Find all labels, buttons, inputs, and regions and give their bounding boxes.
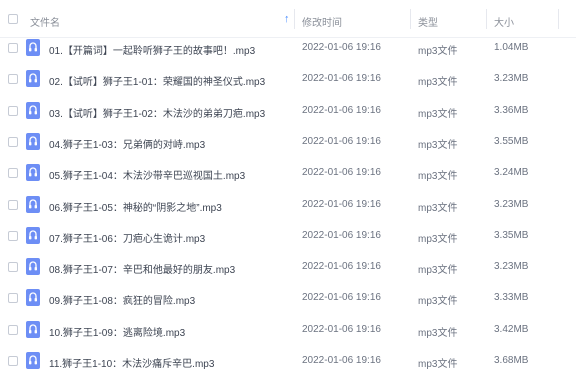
row-checkbox[interactable]	[8, 105, 18, 116]
file-name[interactable]: 03.【试听】狮子王1-02：木法沙的弟弟刀疤.mp3	[49, 105, 265, 120]
file-row[interactable]: 11.狮子王1-10：木法沙痛斥辛巴.mp3 2022-01-06 19:16 mp…	[0, 345, 576, 376]
audio-file-icon	[26, 289, 40, 307]
audio-file-icon	[26, 39, 40, 56]
file-name[interactable]: 06.狮子王1-05：神秘的“阴影之地”.mp3	[49, 199, 222, 214]
file-type: mp3文件	[418, 296, 458, 308]
file-modified-time: 2022-01-06 19:16	[302, 167, 381, 179]
file-name[interactable]: 10.狮子王1-09：逃离险境.mp3	[49, 324, 185, 339]
column-header-size[interactable]: 大小	[494, 14, 514, 29]
row-checkbox[interactable]	[8, 136, 18, 147]
file-name[interactable]: 02.【试听】狮子王1-01：荣耀国的神圣仪式.mp3	[49, 73, 265, 88]
row-checkbox[interactable]	[8, 199, 18, 210]
file-name[interactable]: 07.狮子王1-06：刀疤心生诡计.mp3	[49, 230, 205, 245]
column-header-name[interactable]: 文件名	[30, 14, 60, 29]
audio-file-icon	[26, 258, 40, 276]
file-size: 3.24MB	[494, 167, 529, 179]
file-row[interactable]: 05.狮子王1-04：木法沙带辛巴巡视国土.mp3 2022-01-06 19:1…	[0, 157, 576, 188]
row-checkbox[interactable]	[8, 230, 18, 241]
file-size: 3.55MB	[494, 135, 529, 147]
column-divider[interactable]	[558, 9, 559, 29]
file-type: mp3文件	[418, 108, 458, 120]
row-checkbox[interactable]	[8, 293, 18, 304]
column-divider[interactable]	[294, 9, 295, 29]
file-size: 3.23MB	[494, 73, 529, 85]
file-row[interactable]: 01.【开篇词】一起聆听狮子王的故事吧！.mp3 2022-01-06 19:16…	[0, 32, 576, 63]
file-type: mp3文件	[418, 327, 458, 339]
file-row[interactable]: 02.【试听】狮子王1-01：荣耀国的神圣仪式.mp3 2022-01-06 19…	[0, 63, 576, 94]
arrow-up-icon[interactable]: ↑	[284, 13, 290, 25]
column-header-type[interactable]: 类型	[418, 14, 438, 29]
file-modified-time: 2022-01-06 19:16	[302, 73, 381, 85]
file-type: mp3文件	[418, 359, 458, 370]
file-size: 3.23MB	[494, 261, 529, 273]
file-name[interactable]: 05.狮子王1-04：木法沙带辛巴巡视国土.mp3	[49, 167, 245, 182]
file-name[interactable]: 09.狮子王1-08：疯狂的冒险.mp3	[49, 292, 195, 307]
file-modified-time: 2022-01-06 19:16	[302, 292, 381, 304]
file-type: mp3文件	[418, 171, 458, 183]
file-type: mp3文件	[418, 265, 458, 277]
file-modified-time: 2022-01-06 19:16	[302, 355, 381, 366]
file-modified-time: 2022-01-06 19:16	[302, 42, 381, 53]
file-row[interactable]: 07.狮子王1-06：刀疤心生诡计.mp3 2022-01-06 19:16 mp3…	[0, 220, 576, 251]
file-name[interactable]: 11.狮子王1-10：木法沙痛斥辛巴.mp3	[49, 355, 214, 370]
file-row[interactable]: 10.狮子王1-09：逃离险境.mp3 2022-01-06 19:16 mp3文件…	[0, 314, 576, 345]
column-divider[interactable]	[486, 9, 487, 29]
audio-file-icon	[26, 101, 40, 119]
file-name[interactable]: 04.狮子王1-03：兄弟俩的对峙.mp3	[49, 136, 205, 151]
file-modified-time: 2022-01-06 19:16	[302, 198, 381, 210]
file-size: 3.33MB	[494, 292, 529, 304]
file-name[interactable]: 08.狮子王1-07：辛巴和他最好的朋友.mp3	[49, 261, 235, 276]
file-name[interactable]: 01.【开篇词】一起聆听狮子王的故事吧！.mp3	[49, 42, 255, 57]
file-size: 3.23MB	[494, 198, 529, 210]
file-size: 3.35MB	[494, 229, 529, 241]
audio-file-icon	[26, 352, 40, 369]
column-header-modified[interactable]: 修改时间	[302, 14, 342, 29]
file-size: 3.42MB	[494, 323, 529, 335]
row-checkbox[interactable]	[8, 262, 18, 273]
file-type: mp3文件	[418, 77, 458, 89]
file-modified-time: 2022-01-06 19:16	[302, 261, 381, 273]
row-checkbox[interactable]	[8, 356, 18, 366]
row-checkbox[interactable]	[8, 168, 18, 179]
file-type: mp3文件	[418, 233, 458, 245]
select-all-checkbox[interactable]	[8, 14, 18, 24]
row-checkbox[interactable]	[8, 43, 18, 53]
file-row[interactable]: 09.狮子王1-08：疯狂的冒险.mp3 2022-01-06 19:16 mp3文…	[0, 282, 576, 313]
file-row[interactable]: 08.狮子王1-07：辛巴和他最好的朋友.mp3 2022-01-06 19:16…	[0, 251, 576, 282]
audio-file-icon	[26, 226, 40, 244]
file-modified-time: 2022-01-06 19:16	[302, 323, 381, 335]
audio-file-icon	[26, 132, 40, 150]
file-modified-time: 2022-01-06 19:16	[302, 229, 381, 241]
file-size: 3.36MB	[494, 104, 529, 116]
audio-file-icon	[26, 70, 40, 88]
audio-file-icon	[26, 164, 40, 182]
column-divider[interactable]	[410, 9, 411, 29]
file-modified-time: 2022-01-06 19:16	[302, 135, 381, 147]
audio-file-icon	[26, 195, 40, 213]
file-size: 3.68MB	[494, 355, 529, 366]
file-row[interactable]: 03.【试听】狮子王1-02：木法沙的弟弟刀疤.mp3 2022-01-06 19…	[0, 95, 576, 126]
file-size: 1.04MB	[494, 42, 529, 53]
file-type: mp3文件	[418, 202, 458, 214]
row-checkbox[interactable]	[8, 324, 18, 335]
file-type: mp3文件	[418, 46, 458, 57]
file-row[interactable]: 06.狮子王1-05：神秘的“阴影之地”.mp3 2022-01-06 19:16…	[0, 189, 576, 220]
row-checkbox[interactable]	[8, 74, 18, 85]
audio-file-icon	[26, 320, 40, 338]
file-row[interactable]: 04.狮子王1-03：兄弟俩的对峙.mp3 2022-01-06 19:16 mp3…	[0, 126, 576, 157]
file-type: mp3文件	[418, 139, 458, 151]
file-modified-time: 2022-01-06 19:16	[302, 104, 381, 116]
